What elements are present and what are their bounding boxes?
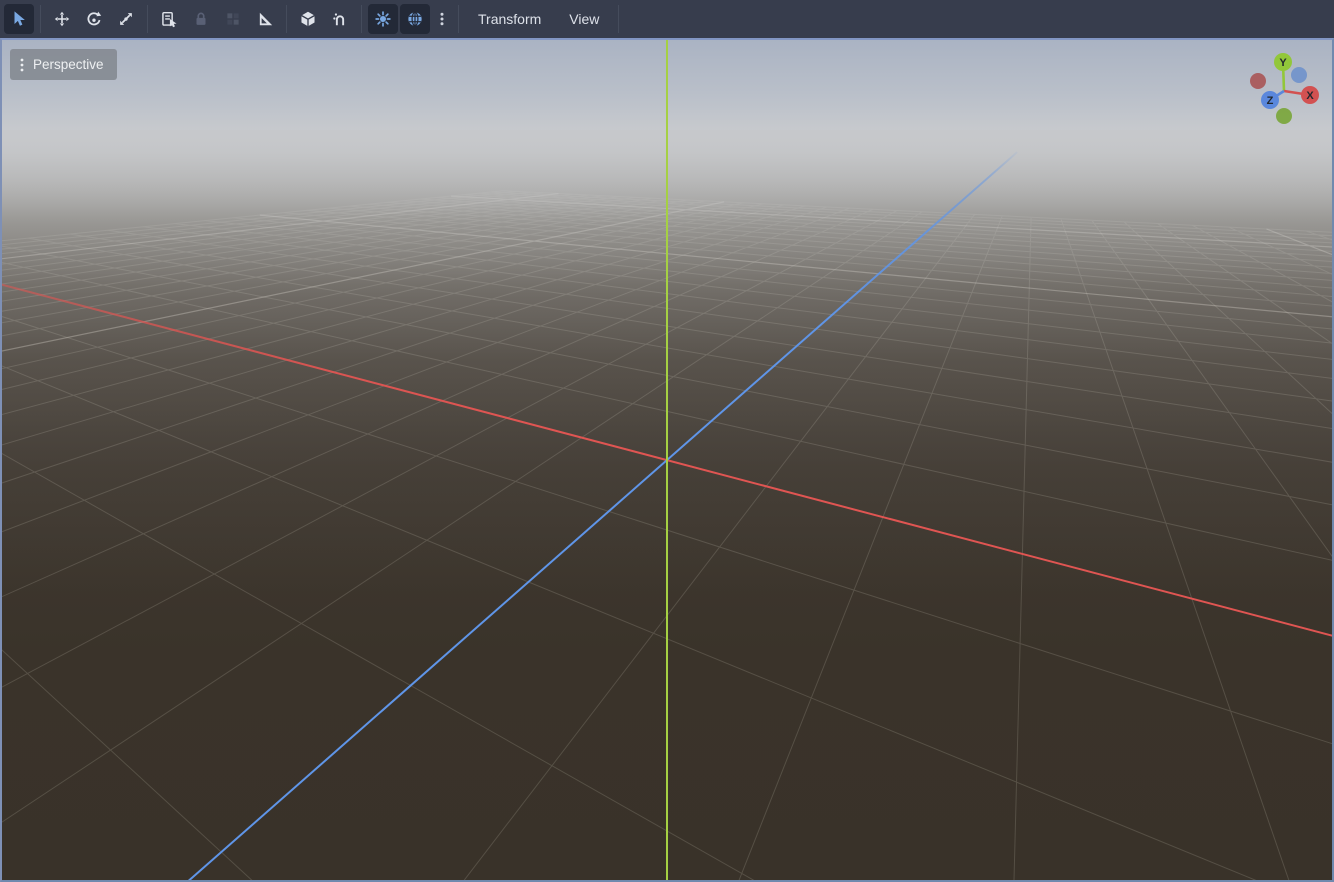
rotate-icon — [85, 10, 103, 28]
group-button[interactable] — [218, 4, 248, 34]
ruler-tool-button[interactable] — [250, 4, 280, 34]
scale-tool-button[interactable] — [111, 4, 141, 34]
group-icon — [224, 10, 242, 28]
toolbar: Transform View — [0, 0, 1334, 38]
orientation-gizmo[interactable]: Y X Z — [1218, 44, 1328, 144]
move-icon — [53, 10, 71, 28]
toolbar-separator — [286, 5, 287, 33]
preview-environment-button[interactable] — [400, 4, 430, 34]
gizmo-neg-z-ball[interactable] — [1291, 67, 1307, 83]
toolbar-separator — [618, 5, 619, 33]
gizmo-x-label: X — [1306, 90, 1314, 102]
rotate-tool-button[interactable] — [79, 4, 109, 34]
select-arrow-icon — [10, 10, 28, 28]
lock-icon — [192, 10, 210, 28]
gizmo-neg-x-ball[interactable] — [1250, 73, 1266, 89]
gizmo-neg-y-ball[interactable] — [1276, 108, 1292, 124]
sun-icon — [374, 10, 392, 28]
transform-menu[interactable]: Transform — [464, 4, 555, 34]
ruler-triangle-icon — [256, 10, 274, 28]
view-menu[interactable]: View — [555, 4, 613, 34]
godot-3d-editor: Transform View — [0, 0, 1334, 882]
magnet-icon — [331, 10, 349, 28]
kebab-menu-icon — [19, 56, 25, 74]
gizmo-y-label: Y — [1279, 57, 1287, 69]
snap-toggle-button[interactable] — [293, 4, 323, 34]
perspective-menu-button[interactable]: Perspective — [10, 49, 117, 80]
select-tool-button[interactable] — [4, 4, 34, 34]
viewport-3d[interactable]: Perspective Y X Z — [0, 38, 1334, 882]
more-options-button[interactable] — [432, 4, 452, 34]
toolbar-separator — [458, 5, 459, 33]
lock-button[interactable] — [186, 4, 216, 34]
list-select-icon — [160, 10, 178, 28]
kebab-menu-icon — [434, 10, 450, 28]
toolbar-separator — [147, 5, 148, 33]
perspective-label: Perspective — [33, 57, 104, 72]
scene-3d — [2, 40, 1332, 880]
snap-to-floor-button[interactable] — [325, 4, 355, 34]
scale-icon — [117, 10, 135, 28]
gizmo-z-label: Z — [1267, 95, 1274, 107]
globe-icon — [406, 10, 424, 28]
toolbar-separator — [361, 5, 362, 33]
list-select-tool-button[interactable] — [154, 4, 184, 34]
toolbar-separator — [40, 5, 41, 33]
preview-sunlight-button[interactable] — [368, 4, 398, 34]
snap-cube-icon — [299, 10, 317, 28]
move-tool-button[interactable] — [47, 4, 77, 34]
